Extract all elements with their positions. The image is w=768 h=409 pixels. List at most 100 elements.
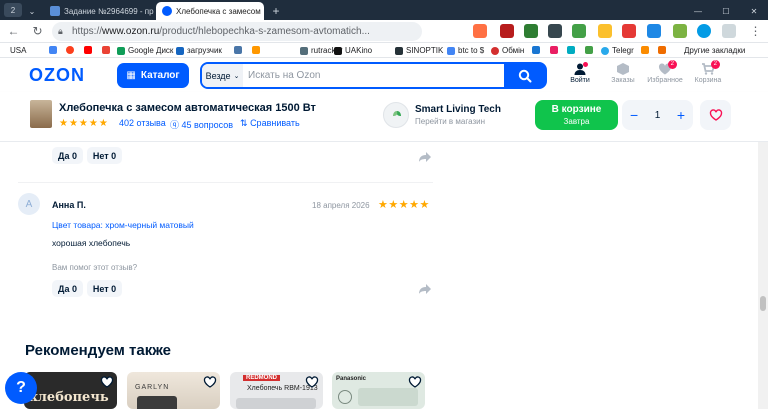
share-icon[interactable] (418, 283, 432, 295)
google-icon[interactable] (49, 46, 57, 54)
bookmark-label: Telegr (612, 46, 634, 55)
bookmark-icon-2[interactable] (550, 46, 558, 54)
drive-icon (117, 46, 125, 55)
extension-8-icon[interactable] (647, 24, 661, 38)
grid-icon: ▦ (126, 70, 136, 81)
search-icon (518, 69, 532, 82)
bookmark-usa[interactable]: USA (10, 46, 26, 55)
bookmark-icon-1[interactable] (532, 46, 540, 54)
catalog-label: Каталог (140, 70, 180, 81)
bookmark-telegram[interactable]: Telegr (601, 46, 634, 55)
in-cart-button[interactable]: В корзине Завтра (535, 100, 618, 130)
vk-icon[interactable] (234, 46, 242, 54)
review-product-color[interactable]: Цвет товара: хром-черный матовый (52, 220, 194, 230)
review1-no-button[interactable]: Нет 0 (87, 147, 122, 164)
user-icon (573, 62, 588, 75)
ozon-logo[interactable]: OZON (29, 65, 85, 86)
tab-ozon[interactable]: Хлебопечка с замесом ✕ (156, 2, 264, 20)
heart-icon: 2 (658, 60, 677, 75)
bookmark-downloader[interactable]: загрузчик (176, 46, 222, 55)
increase-button[interactable]: + (677, 107, 685, 123)
bookmark-btc[interactable]: btc to $ (447, 46, 484, 55)
extensions-icon[interactable] (722, 24, 736, 38)
search-button[interactable] (504, 63, 546, 88)
search-input[interactable] (248, 70, 508, 81)
ozon-header: OZON ▦ Каталог Везде ⌄ Войти Заказы 2 Из… (0, 58, 768, 92)
questions-link[interactable]: ⓠ 45 вопросов (170, 118, 233, 131)
nav-cart[interactable]: 2 Корзина (688, 60, 728, 84)
review1-yes-button[interactable]: Да 0 (52, 147, 83, 164)
card3-heart-icon[interactable] (305, 376, 319, 388)
reviews-link[interactable]: 402 отзыва (119, 118, 166, 128)
review-divider (18, 182, 433, 183)
favorite-button[interactable] (700, 100, 731, 130)
gmail-icon[interactable] (102, 46, 110, 54)
minimize-icon[interactable]: — (690, 2, 706, 20)
nav-orders[interactable]: Заказы (603, 63, 643, 84)
seller-name[interactable]: Smart Living Tech (415, 104, 501, 115)
maximize-icon[interactable]: ☐ (718, 2, 734, 20)
bookmark-icon-4[interactable] (585, 46, 593, 54)
tab-task[interactable]: Задание №2964699 - про (44, 2, 154, 20)
menu-icon[interactable]: ⋮ (748, 24, 763, 39)
exchange-icon (491, 46, 499, 55)
decrease-button[interactable]: − (630, 107, 638, 123)
product-thumbnail[interactable] (30, 100, 52, 128)
address-bar[interactable]: 🔒︎ https://www.ozon.ru/product/hlebopech… (52, 22, 422, 41)
nav-login-label: Войти (570, 77, 590, 84)
card-brand: REDMOND (243, 375, 280, 381)
card2-heart-icon[interactable] (203, 376, 217, 388)
extension-9-icon[interactable] (673, 24, 687, 38)
bookmark-exchange[interactable]: Обмін (491, 46, 524, 55)
new-tab-icon[interactable]: + (268, 2, 284, 20)
tab-list-icon[interactable]: ⌄ (24, 2, 40, 20)
seller-store-link[interactable]: Перейти в магазин (415, 117, 485, 126)
bookmark-icon-5[interactable] (658, 46, 666, 54)
bookmark-google-drive[interactable]: Google Диск (117, 46, 173, 55)
extension-3-icon[interactable] (524, 24, 538, 38)
scrollbar-thumb[interactable] (760, 296, 766, 311)
bookmark-uakino[interactable]: UAKino (334, 46, 372, 55)
search-scope-select[interactable]: Везде ⌄ (202, 64, 243, 87)
ok-icon[interactable] (252, 46, 260, 54)
review2-no-button[interactable]: Нет 0 (87, 280, 122, 297)
nav-favorites-label: Избранное (647, 77, 683, 84)
product-sticky-bar: Хлебопечка с замесом автоматическая 1500… (0, 92, 768, 142)
close-window-icon[interactable]: ✕ (746, 2, 762, 20)
extension-7-icon[interactable] (622, 24, 636, 38)
yandex-icon[interactable] (66, 46, 74, 54)
tab-ozon-label: Хлебопечка с замесом (176, 6, 261, 16)
review2-yes-button[interactable]: Да 0 (52, 280, 83, 297)
bookmark-label: SINOPTIK (406, 46, 444, 55)
help-chat-button[interactable]: ? (5, 372, 37, 404)
seller-logo[interactable] (383, 102, 409, 128)
reload-icon[interactable]: ↻ (30, 24, 45, 39)
extension-6-icon[interactable] (598, 24, 612, 38)
share-icon[interactable] (418, 151, 432, 163)
catalog-button[interactable]: ▦ Каталог (117, 63, 189, 88)
tab-counter[interactable]: 2 (4, 3, 22, 17)
rating-stars: ★★★★★ (59, 118, 109, 129)
nav-favorites[interactable]: 2 Избранное (645, 60, 685, 84)
youtube-icon[interactable] (84, 46, 92, 54)
bookmark-label: Обмін (502, 46, 525, 55)
bookmark-icon-3[interactable] (567, 46, 575, 54)
nav-login[interactable]: Войти (560, 62, 600, 84)
card-caption: GARLYN (135, 384, 170, 391)
extension-1-icon[interactable] (473, 24, 487, 38)
bookmark-sinoptik[interactable]: SINOPTIK (395, 46, 443, 55)
back-icon[interactable]: ← (6, 24, 21, 39)
extension-5-icon[interactable] (572, 24, 586, 38)
bookmark-other[interactable]: Другие закладки (684, 46, 745, 55)
extension-10-icon[interactable] (697, 24, 711, 38)
extension-4-icon[interactable] (548, 24, 562, 38)
downloader-icon (176, 46, 184, 55)
compare-link[interactable]: ⇅ Сравнивать (240, 118, 300, 129)
blogger-icon[interactable] (641, 46, 649, 54)
bookmark-label: Другие закладки (684, 46, 746, 55)
page-scrollbar[interactable] (758, 142, 768, 409)
card4-heart-icon[interactable] (408, 376, 422, 388)
extension-2-icon[interactable] (500, 24, 514, 38)
card1-heart-icon[interactable] (100, 376, 114, 388)
quantity-value: 1 (654, 109, 661, 121)
